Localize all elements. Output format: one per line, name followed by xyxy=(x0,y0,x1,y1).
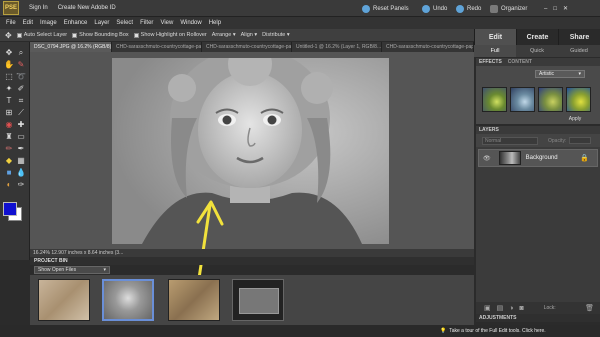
layer-thumbnail xyxy=(498,151,521,165)
adjustments-panel-header[interactable]: ADJUSTMENTS xyxy=(476,314,600,322)
lock-icon: 🔒 xyxy=(580,155,589,162)
mask-icon[interactable]: ◙ xyxy=(519,305,523,312)
opacity-field[interactable] xyxy=(569,137,592,144)
layers-panel-header[interactable]: LAYERS xyxy=(476,126,600,134)
project-bin xyxy=(30,275,474,325)
bin-filter-select[interactable]: Show Open Files ▾ xyxy=(34,266,110,274)
effect-thumbnail[interactable] xyxy=(482,87,507,112)
new-layer-icon[interactable]: ▣ xyxy=(484,304,491,312)
lock-label: Lock: xyxy=(543,305,556,311)
opacity-label: Opacity: xyxy=(548,137,567,144)
bin-thumbnail[interactable] xyxy=(38,279,90,321)
status-bar: 16.24% 12.907 inches x 8.64 inches (3... xyxy=(30,249,474,257)
trash-icon[interactable]: 🗑 xyxy=(585,304,594,312)
bin-thumbnail[interactable] xyxy=(168,279,220,321)
effect-thumbnail[interactable] xyxy=(538,87,563,112)
apply-button[interactable]: Apply xyxy=(555,116,595,123)
project-bin-header[interactable]: PROJECT BIN xyxy=(30,257,474,265)
effects-panel-header: EFFECTS CONTENT xyxy=(476,58,600,66)
effects-category-select[interactable]: Artistic ▾ xyxy=(535,70,585,78)
bin-thumbnail[interactable] xyxy=(102,279,154,321)
layer-row[interactable]: 👁 Background 🔒 xyxy=(478,149,598,167)
layers-options: Normal Opacity: xyxy=(476,134,600,147)
layer-name: Background xyxy=(525,155,558,161)
tab-content[interactable]: CONTENT xyxy=(508,59,532,65)
bin-thumbnail[interactable] xyxy=(232,279,284,321)
layers-list xyxy=(476,147,600,302)
blend-mode-select[interactable]: Normal xyxy=(482,136,538,145)
lightbulb-icon: 💡 xyxy=(440,328,447,334)
visibility-eye-icon[interactable]: 👁 xyxy=(483,155,491,162)
tour-tip[interactable]: 💡 Take a tour of the Full Edit tools. Cl… xyxy=(440,326,600,336)
new-group-icon[interactable]: ▤ xyxy=(497,304,504,312)
effect-thumbnail[interactable] xyxy=(566,87,591,112)
effect-thumbnail[interactable] xyxy=(510,87,535,112)
layers-footer: ▣ ▤ ◑ ◙ Lock: 🗑 xyxy=(476,302,600,314)
status-text: 16.24% 12.907 inches x 8.64 inches (3... xyxy=(33,250,124,256)
tab-effects[interactable]: EFFECTS xyxy=(479,59,502,65)
adjustment-layer-icon[interactable]: ◑ xyxy=(509,305,513,312)
